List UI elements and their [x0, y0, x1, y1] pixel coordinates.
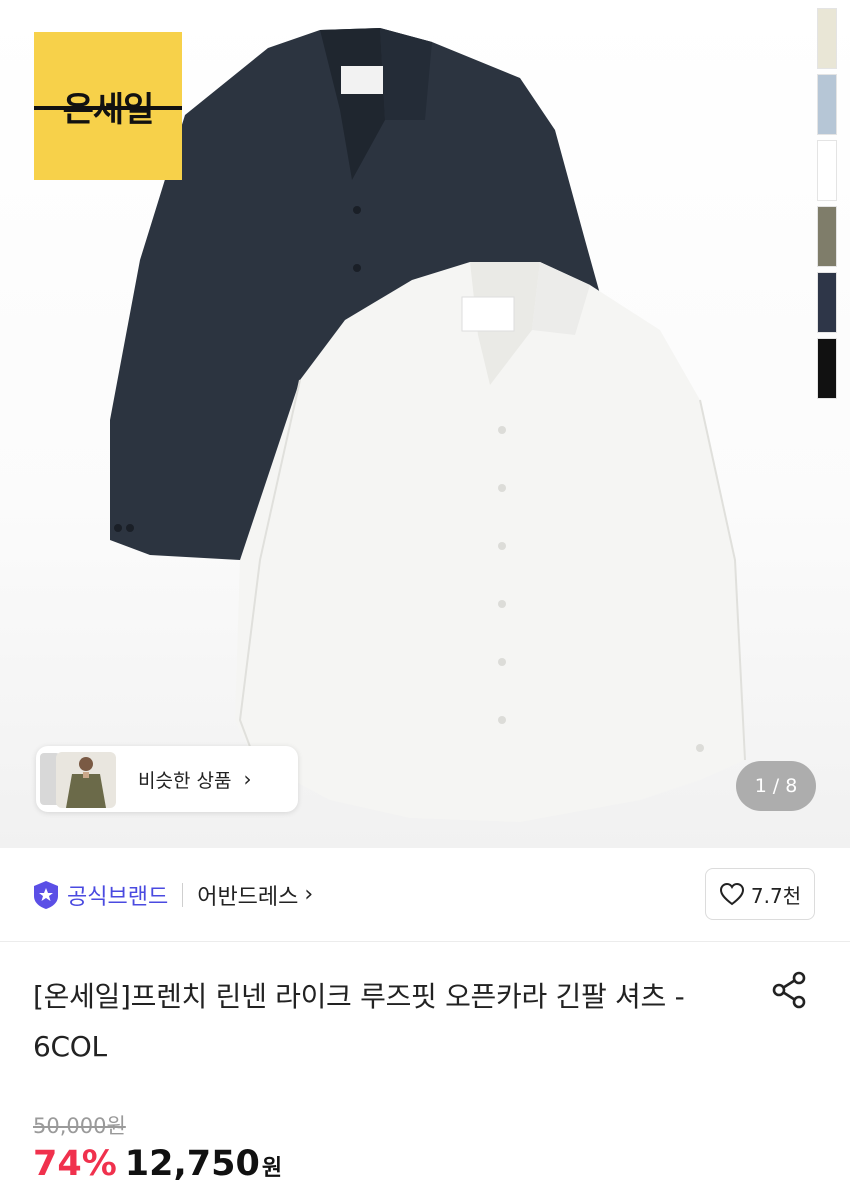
page-current: 1 [754, 775, 767, 797]
sale-price: 12,750 [124, 1144, 260, 1184]
sale-badge: 온세일 [34, 32, 182, 180]
product-image-carousel[interactable]: 온세일 비슷한 상품 › 1 / 8 [0, 0, 850, 848]
color-swatch[interactable] [817, 140, 837, 201]
divider [182, 882, 184, 907]
like-count: 7.7천 [750, 883, 802, 908]
discount-rate: 74% [33, 1144, 117, 1184]
model-thumbnail-image [66, 757, 106, 808]
similar-thumbnail [56, 752, 116, 808]
heart-icon [719, 882, 744, 906]
currency-unit: 원 [261, 1156, 283, 1181]
similar-products-label: 비슷한 상품 [138, 769, 232, 792]
official-brand-badge: 공식브랜드 [33, 879, 168, 911]
page-separator: / [772, 775, 780, 797]
color-swatch[interactable] [817, 272, 837, 333]
brand-name-link[interactable]: 어반드레스 [197, 879, 298, 911]
sale-badge-strike [34, 106, 182, 110]
product-title: [온세일]프렌치 린넨 라이크 루즈핏 오픈카라 긴팔 셔츠 - 6COL [33, 980, 685, 1063]
share-icon[interactable] [770, 970, 808, 1010]
like-button[interactable]: 7.7천 [705, 868, 815, 920]
brand-bar: 공식브랜드 어반드레스 › 7.7천 [0, 848, 850, 942]
color-swatch[interactable] [817, 206, 837, 267]
original-price: 50,000원 [33, 1114, 126, 1138]
similar-products-thumbnails [40, 749, 122, 809]
similar-products-button[interactable]: 비슷한 상품 › [36, 746, 298, 812]
official-brand-label: 공식브랜드 [67, 884, 169, 910]
image-page-indicator: 1 / 8 [736, 761, 816, 811]
color-swatch[interactable] [817, 8, 837, 69]
chevron-right-icon: › [243, 767, 252, 791]
chevron-right-icon: › [304, 882, 314, 907]
page-total: 8 [785, 775, 798, 797]
color-swatch-list [817, 8, 837, 404]
price-row: 74% 12,750 원 [33, 1144, 282, 1184]
official-shield-star-icon [34, 880, 58, 909]
color-swatch[interactable] [817, 338, 837, 399]
color-swatch[interactable] [817, 74, 837, 135]
